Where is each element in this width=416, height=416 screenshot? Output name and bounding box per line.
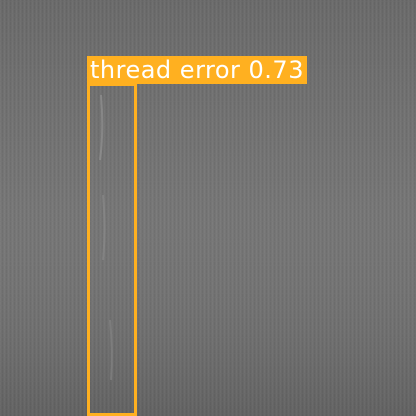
detection-bounding-box [87, 83, 137, 416]
detection-label-box: thread error 0.73 [87, 56, 307, 84]
detection-label: thread error 0.73 [90, 56, 304, 84]
fabric-photo: thread error 0.73 [0, 0, 416, 416]
